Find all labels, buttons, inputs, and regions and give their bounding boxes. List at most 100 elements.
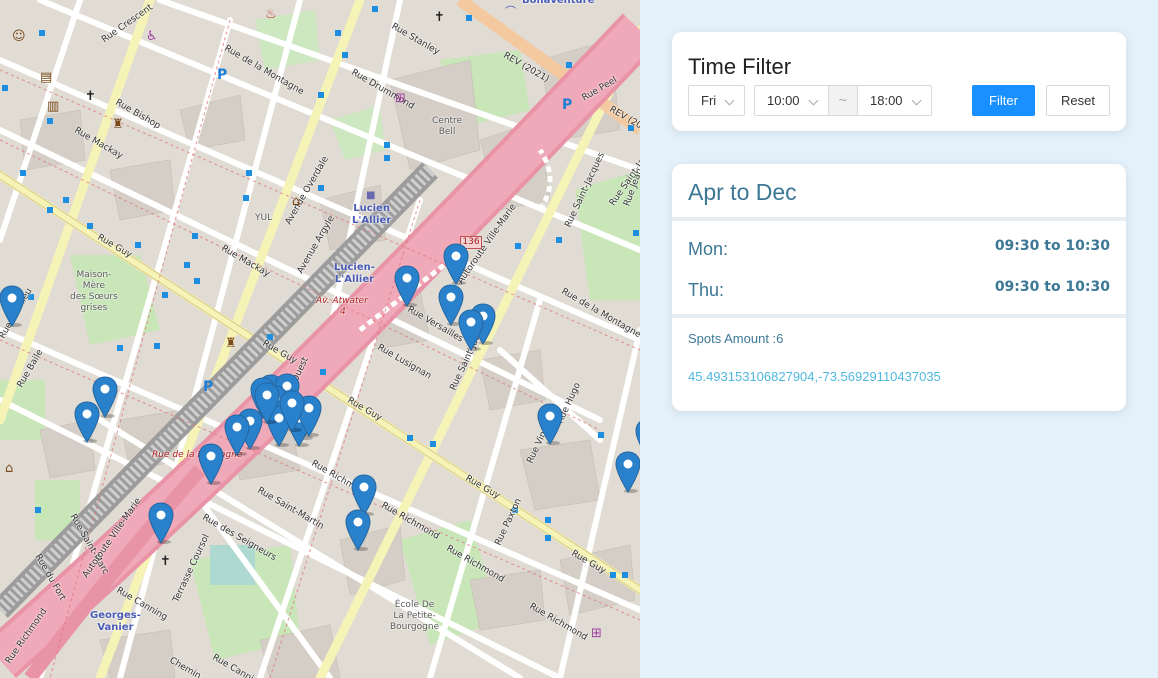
map-pin-icon <box>198 443 224 485</box>
station-label: Lucien- L'Allier <box>334 262 375 285</box>
transit-stop-marker <box>243 195 249 201</box>
parking-spot-marker[interactable] <box>394 265 420 307</box>
transit-stop-marker <box>556 237 562 243</box>
transit-stop-marker <box>598 432 604 438</box>
schedule-card: Apr to Dec Mon: 09:30 to 10:30 Thu: 09:3… <box>672 164 1126 411</box>
parking-spot-marker[interactable] <box>635 418 640 460</box>
map-pin-icon <box>254 382 280 424</box>
church-icon: ✝ <box>434 10 445 25</box>
transit-stop-marker <box>515 243 521 249</box>
transit-stop-marker <box>318 92 324 98</box>
transit-stop-marker <box>39 30 45 36</box>
transit-stop-marker <box>192 233 198 239</box>
parking-spot-marker[interactable] <box>224 414 250 456</box>
chevron-down-icon <box>724 95 735 106</box>
transit-stop-marker <box>384 142 390 148</box>
place-label: YUL <box>255 213 273 223</box>
map-pin-icon <box>345 509 371 551</box>
parking-spot-marker[interactable] <box>198 443 224 485</box>
filter-button[interactable]: Filter <box>972 85 1035 116</box>
monument-icon: ♜ <box>225 336 237 351</box>
highway-label: 4 <box>340 307 346 317</box>
start-time-select[interactable]: 10:00 <box>754 85 829 116</box>
transit-stop-marker <box>372 6 378 12</box>
map-pin-icon <box>635 421 640 446</box>
map-pin-icon <box>443 243 469 285</box>
divider <box>672 314 1126 318</box>
transit-stop-marker <box>545 535 551 541</box>
cinema-icon: ▥ <box>47 99 60 114</box>
schedule-row-day: Mon: <box>688 239 729 259</box>
schedule-row-time: 09:30 to 10:30 <box>994 279 1110 295</box>
fire-station-icon: ♨ <box>265 7 277 22</box>
parking-spot-marker[interactable] <box>254 382 280 424</box>
map-pin-icon <box>394 265 420 307</box>
place-label: Maison- Mère des Sœurs grises <box>70 270 118 313</box>
map-pin-icon <box>0 285 25 327</box>
place-label: École De La Petite- Bourgogne <box>390 600 440 632</box>
day-select-value: Fri <box>701 93 717 108</box>
monument-icon: ♜ <box>112 117 124 132</box>
transit-stop-marker <box>335 30 341 36</box>
transit-stop-marker <box>545 517 551 523</box>
transit-stop-marker <box>194 278 200 284</box>
parking-spot-marker[interactable] <box>279 390 305 432</box>
end-time-select[interactable]: 18:00 <box>857 85 932 116</box>
map[interactable]: Rue Crescent Rue de la Montagne Rue Stanle… <box>0 0 640 678</box>
transit-stop-marker <box>384 155 390 161</box>
parking-spot-marker[interactable] <box>458 309 484 351</box>
transit-stop-marker <box>2 85 8 91</box>
transit-stop-marker <box>87 223 93 229</box>
transit-stop-marker <box>633 230 639 236</box>
transit-stop-marker <box>318 185 324 191</box>
chevron-down-icon <box>808 95 819 106</box>
map-pin-icon <box>224 414 250 456</box>
map-pin-icon <box>279 390 305 432</box>
theatre-icon: ☺ <box>12 29 26 44</box>
shop-icon: ⊞ <box>591 626 602 641</box>
time-filter-card: Time Filter Fri 10:00 ~ 18:00 Filter Res… <box>672 32 1126 131</box>
parking-icon: P <box>203 379 214 395</box>
map-pin-icon <box>458 309 484 351</box>
church-icon: ✝ <box>85 89 96 104</box>
schedule-row-time: 09:30 to 10:30 <box>994 238 1110 254</box>
reset-button[interactable]: Reset <box>1046 85 1110 116</box>
transit-stop-marker <box>35 507 41 513</box>
place-label: Centre Bell <box>432 116 463 137</box>
transit-stop-marker <box>184 262 190 268</box>
transit-stop-marker <box>466 15 472 21</box>
transit-stop-marker <box>154 343 160 349</box>
map-base-layer <box>0 0 640 678</box>
historic-icon: ⌂ <box>292 194 301 209</box>
end-time-value: 18:00 <box>870 93 903 108</box>
time-range-separator: ~ <box>829 85 857 116</box>
transit-stop-marker <box>47 118 53 124</box>
station-label: Bonaventure <box>522 0 595 6</box>
day-select[interactable]: Fri <box>688 85 745 116</box>
time-filter-title: Time Filter <box>688 54 792 79</box>
spot-coordinates-link[interactable]: 45.493153106827904,-73.56929110437035 <box>688 369 941 384</box>
parking-spot-marker[interactable] <box>74 401 100 443</box>
parking-spot-marker[interactable] <box>537 403 563 445</box>
library-icon: ▤ <box>40 70 53 85</box>
metro-icon: ■ <box>366 190 376 201</box>
parking-spot-marker[interactable] <box>0 285 25 327</box>
period-title: Apr to Dec <box>688 179 797 205</box>
accessible-icon: ♿ <box>146 29 158 44</box>
station-label: Georges- Vanier <box>90 610 141 633</box>
parking-spot-marker[interactable] <box>345 509 371 551</box>
transit-stop-marker <box>162 292 168 298</box>
station-label: Lucien L'Allier <box>352 203 392 226</box>
transit-stop-marker <box>407 435 413 441</box>
parking-spot-marker[interactable] <box>148 502 174 544</box>
transit-stop-marker <box>135 242 141 248</box>
transit-stop-marker <box>610 572 616 578</box>
transit-stop-marker <box>342 52 348 58</box>
transit-stop-marker <box>566 62 572 68</box>
museum-icon: ⌂ <box>5 461 14 476</box>
transit-stop-marker <box>246 170 252 176</box>
shop-icon: ⊞ <box>395 91 406 106</box>
parking-spot-marker[interactable] <box>443 243 469 285</box>
parking-icon: P <box>562 97 573 113</box>
bus-station-icon: ⌒ <box>505 5 516 18</box>
